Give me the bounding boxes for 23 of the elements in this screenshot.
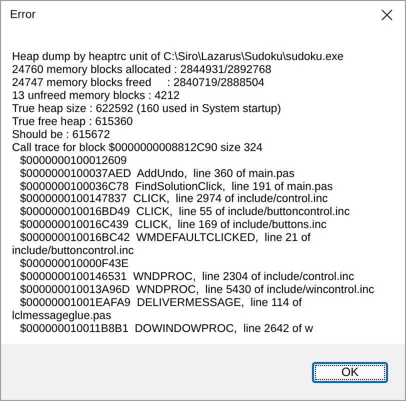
message-line: $0000000100036C78 FindSolutionClick, line 191 of main.pas <box>19 180 334 194</box>
message-line: $0000000100012609 <box>19 154 128 168</box>
message-line: $000000010016BC42 WMDEFAULTCLICKED, line 21 of include/buttoncontrol.inc <box>12 232 312 258</box>
message-line: Heap dump by heaptrc unit of C:\Siro\Lazarus\Sudoku\sudoku.exe <box>12 51 345 64</box>
message-line: 24760 memory blocks allocated : 2844931/2892768 <box>12 64 272 77</box>
message-line: $0000000100037AED AddUndo, line 360 of main.pas <box>19 168 296 181</box>
close-icon[interactable] <box>381 8 393 20</box>
message-line: $00000001001EAFA9 DELIVERMESSAGE, line 114 of lclmessageglue.pas <box>12 297 303 324</box>
message-line: $000000010013A96D WNDPROC, line 5430 of include/wincontrol.inc <box>19 284 376 298</box>
message-line: 13 unfreed memory blocks : 4212 <box>12 90 181 103</box>
message-line: True free heap : 615360 <box>12 116 134 129</box>
message-line: True heap size : 622592 (160 used in System startup) <box>12 102 282 116</box>
message-line: $0000000100146531 WNDPROC, line 2304 of include/control.inc <box>19 271 356 284</box>
message-line: Call trace for block $0000000008812C90 size 324 <box>12 142 264 155</box>
message-line: Should be : 615672 <box>12 128 111 142</box>
message-line: 24747 memory blocks freed : 2840719/2888504 <box>12 76 266 90</box>
message-line: $000000010011B8B1 DOWINDOWPROC, line 2642 of w <box>19 323 314 336</box>
message-line: $000000010016C439 CLICK, line 169 of include/buttons.inc <box>19 219 328 232</box>
ok-button[interactable]: OK <box>312 362 388 382</box>
message-line: $000000010016BD49 CLICK, line 55 of include/buttoncontrol.inc <box>19 206 351 220</box>
window-title: Error <box>10 8 36 20</box>
message-line: $000000010000F43E <box>19 258 130 272</box>
message-line: $0000000100147837 CLICK, line 2974 of include/control.inc <box>19 193 329 206</box>
